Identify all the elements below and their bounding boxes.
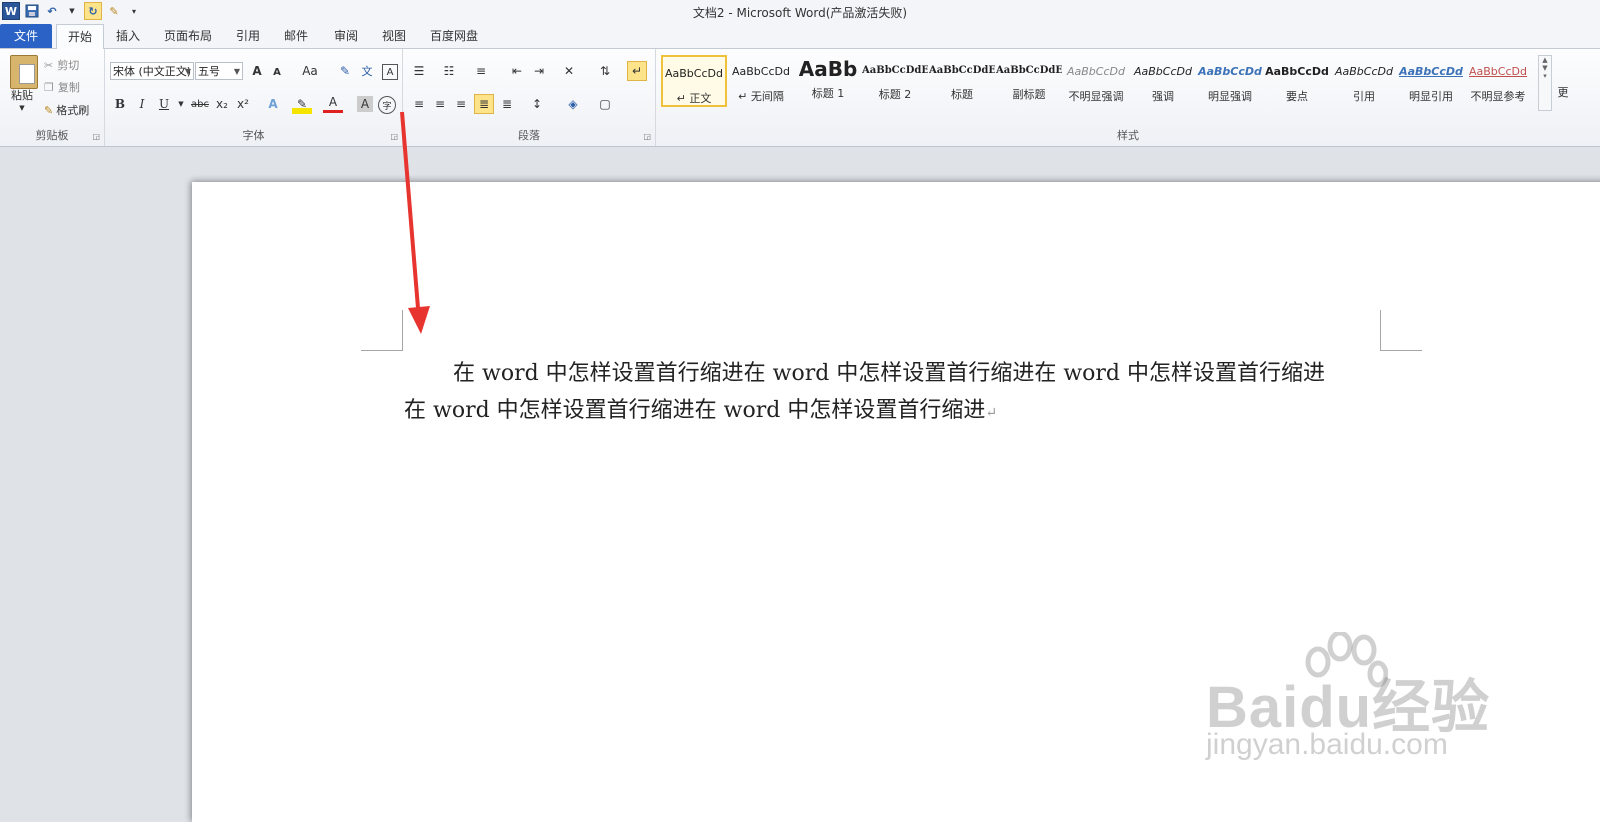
watermark-sub: jingyan.baidu.com	[1206, 728, 1448, 761]
baidu-jingyan-watermark: Baidu经验 jingyan.baidu.com	[1198, 632, 1498, 770]
